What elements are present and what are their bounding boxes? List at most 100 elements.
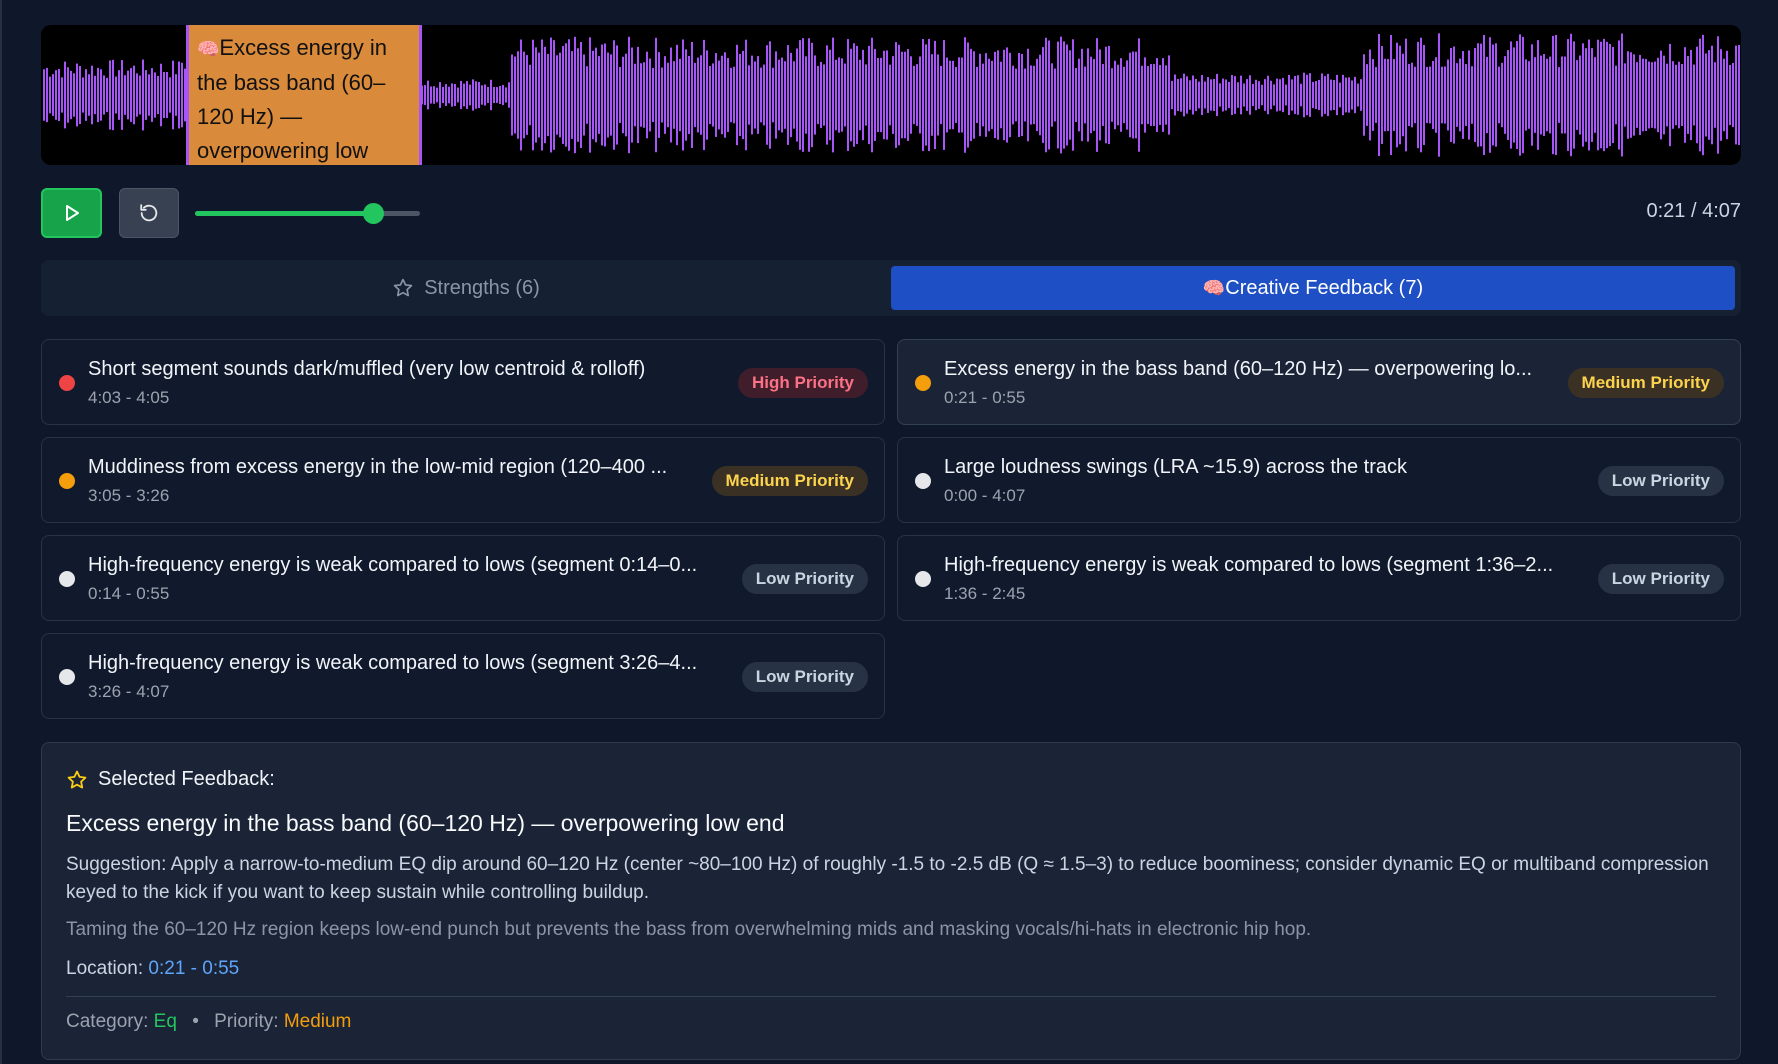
waveform-bar [766,45,768,145]
waveform-region-label: 🧠Excess energy in the bass band (60–120 … [197,31,417,165]
waveform-bar [1735,45,1737,145]
waveform-bar [85,69,87,121]
waveform-bar [1057,41,1059,149]
waveform-bar [1648,61,1650,129]
waveform-bar [580,41,582,149]
waveform-bar [1720,49,1722,141]
priority-badge: Medium Priority [711,466,868,496]
waveform-bar [1594,57,1596,133]
waveform-bar [49,76,51,114]
waveform-bar [664,56,666,134]
priority-dot [59,571,75,587]
divider [66,996,1716,997]
feedback-card[interactable]: Muddiness from excess energy in the low-… [41,437,885,523]
waveform-bar [1357,83,1359,107]
volume-slider[interactable] [195,200,420,226]
waveform-bar [613,40,615,150]
waveform-bar [1249,75,1251,115]
waveform-bar [1408,64,1410,126]
waveform-bar [682,39,684,151]
waveform-region-selected[interactable]: 🧠Excess energy in the bass band (60–120 … [186,25,422,165]
waveform-bar [172,60,174,130]
waveform-bar [1015,68,1017,122]
tab-strengths[interactable]: Strengths (6) [47,266,885,310]
waveform-bar [1672,61,1674,129]
feedback-card[interactable]: High-frequency energy is weak compared t… [897,535,1741,621]
waveform-bar [697,57,699,133]
waveform-bar [748,65,750,125]
waveform-bar [1486,56,1488,134]
waveform-bar [712,63,714,127]
waveform-bar [472,79,474,111]
feedback-card[interactable]: High-frequency energy is weak compared t… [41,535,885,621]
waveform-bar [742,50,744,140]
waveform-bar [859,59,861,131]
waveform-bar [916,64,918,126]
waveform-bar [1099,49,1101,141]
tab-creative-feedback[interactable]: 🧠 Creative Feedback (7) [891,266,1735,310]
waveform-bar [1216,73,1218,117]
priority-dot [59,375,75,391]
waveform-bar [961,57,963,133]
waveform-bar [442,86,444,104]
waveform-bar [709,65,711,125]
waveform-bar [895,42,897,148]
waveform-bar [475,81,477,109]
waveform-bar [1477,43,1479,147]
reset-button[interactable] [119,188,179,238]
waveform-bar [796,48,798,142]
waveform-bar [1120,58,1122,132]
waveform-bar [1183,73,1185,117]
waveform-bar [1609,43,1611,147]
waveform-bar [700,55,702,135]
feedback-title: Muddiness from excess energy in the low-… [88,456,668,478]
waveform-bar [1000,61,1002,129]
waveform-bar [136,73,138,117]
waveform-bar [541,39,543,151]
waveform-bar [676,44,678,146]
feedback-card[interactable]: High-frequency energy is weak compared t… [41,633,885,719]
waveform-bar [718,60,720,130]
waveform-bar [1585,48,1587,142]
tab-creative-label: Creative Feedback (7) [1225,276,1424,299]
play-button[interactable] [41,188,102,238]
waveform-bar [790,52,792,138]
waveform-bar [1225,79,1227,111]
waveform-bar [667,62,669,128]
waveform-bar [1141,65,1143,125]
waveform-bar [178,61,180,129]
waveform-bar [850,48,852,142]
waveform-bar [559,52,561,138]
priority-dot [59,473,75,489]
waveform-bar [955,67,957,123]
waveform[interactable]: 🧠Excess energy in the bass band (60–120 … [41,25,1741,165]
slider-thumb[interactable] [362,203,384,224]
waveform-bar [1111,68,1113,122]
waveform-bar [139,75,141,115]
waveform-bar [922,38,924,152]
waveform-bar [181,62,183,128]
waveform-bar [1456,63,1458,127]
waveform-bar [1180,78,1182,112]
selected-feedback-title: Excess energy in the bass band (60–120 H… [66,810,785,836]
waveform-bar [1162,58,1164,132]
waveform-bar [934,40,936,150]
feedback-card-selected[interactable]: Excess energy in the bass band (60–120 H… [897,339,1741,425]
waveform-bar [460,80,462,110]
waveform-bar [529,64,531,126]
waveform-bar [439,82,441,108]
location-link[interactable]: 0:21 - 0:55 [148,958,239,979]
feedback-card[interactable]: Short segment sounds dark/muffled (very … [41,339,885,425]
waveform-bar [1108,45,1110,145]
waveform-bar [52,74,54,116]
waveform-bar [793,61,795,129]
feedback-card[interactable]: Large loudness swings (LRA ~15.9) across… [897,437,1741,523]
feedback-title: Large loudness swings (LRA ~15.9) across… [944,456,1408,478]
waveform-bar [991,60,993,130]
waveform-bar [943,40,945,150]
waveform-bar [43,69,45,121]
waveform-bar [79,65,81,125]
location-label: Location: [66,958,144,979]
waveform-bar [478,81,480,109]
waveform-bar [487,86,489,104]
